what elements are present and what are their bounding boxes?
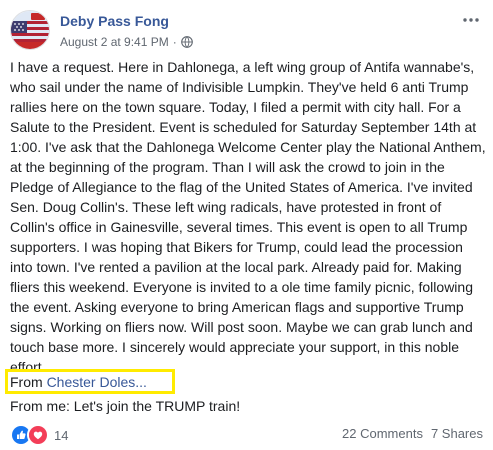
reaction-count: 14 <box>54 427 69 443</box>
reactions-summary[interactable]: 14 <box>10 424 68 446</box>
closing-line: From me: Let's join the TRUMP train! <box>10 398 241 414</box>
post-body: I have a request. Here in Dahlonega, a l… <box>10 57 488 377</box>
more-horizontal-icon[interactable] <box>461 10 481 30</box>
post-footer: 14 22 Comments 7 Shares <box>10 422 483 446</box>
globe-icon[interactable] <box>180 36 193 48</box>
author-name[interactable]: Deby Pass Fong <box>60 13 169 29</box>
comments-count[interactable]: 22 Comments <box>342 426 423 441</box>
shares-count[interactable]: 7 Shares <box>431 426 483 441</box>
love-reaction-icon <box>27 424 49 446</box>
engagement-counts: 22 Comments 7 Shares <box>342 426 483 441</box>
post-date[interactable]: August 2 at 9:41 PM <box>60 35 169 49</box>
avatar[interactable] <box>10 10 50 50</box>
shared-from-line: From Chester Doles... <box>10 372 147 392</box>
meta-separator: · <box>172 35 177 49</box>
post-meta: August 2 at 9:41 PM · <box>60 35 193 49</box>
post-header: Deby Pass Fong August 2 at 9:41 PM · <box>10 8 483 52</box>
avatar-flag-image <box>11 11 49 49</box>
post-text: I have a request. Here in Dahlonega, a l… <box>10 59 486 375</box>
from-name-link[interactable]: Chester Doles... <box>47 374 147 390</box>
from-label: From <box>10 374 43 390</box>
